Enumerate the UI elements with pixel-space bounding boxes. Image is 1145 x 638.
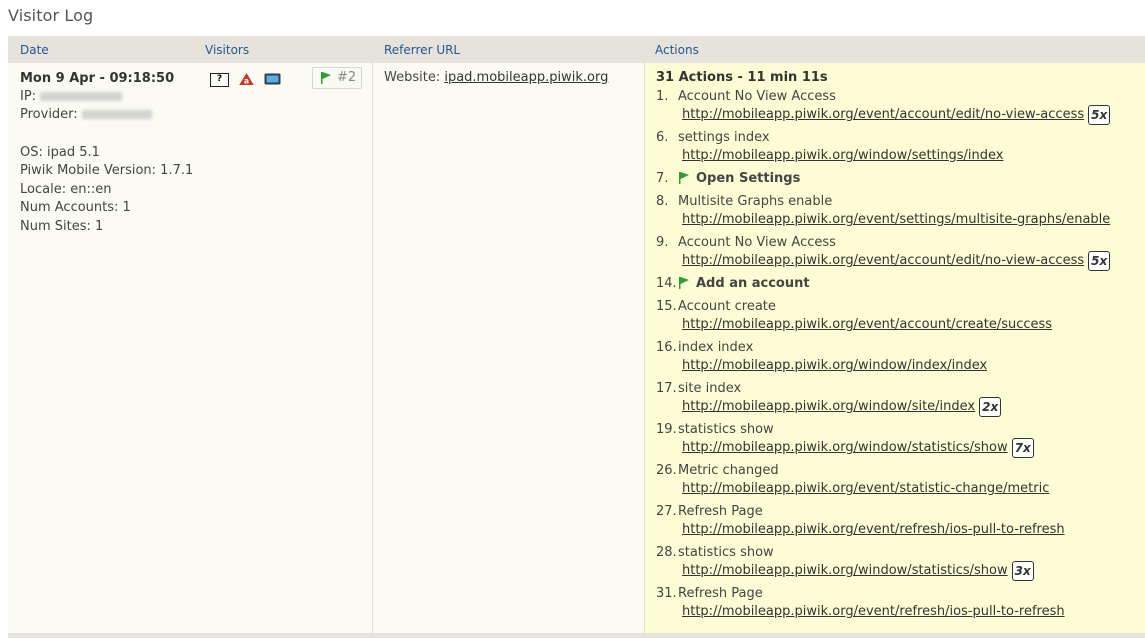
action-number: 19. <box>656 422 677 437</box>
goal-flag-icon <box>321 72 331 84</box>
table-footer-bar <box>8 633 1145 638</box>
action-url-link[interactable]: http://mobileapp.piwik.org/window/site/i… <box>682 399 975 414</box>
action-item: 27.Refresh Page <box>656 504 763 519</box>
action-item: 16.index index <box>656 340 753 355</box>
svg-text:a: a <box>244 77 249 85</box>
goal-flag-icon <box>679 172 689 184</box>
goal-action-item: 14. Add an account <box>656 276 810 291</box>
action-number: 9. <box>656 235 669 250</box>
action-number: 28. <box>656 545 677 560</box>
referrer-cell: Website: ipad.mobileapp.piwik.org <box>373 63 645 633</box>
column-header-visitors[interactable]: Visitors <box>205 43 249 57</box>
action-number: 15. <box>656 299 677 314</box>
action-title: index index <box>678 340 754 355</box>
ip-value-blurred <box>40 92 123 101</box>
action-repeat-count-badge: 2x <box>979 397 1002 417</box>
action-url-link[interactable]: http://mobileapp.piwik.org/window/index/… <box>682 358 987 373</box>
action-title: Open Settings <box>696 171 801 186</box>
action-title: Refresh Page <box>678 504 763 519</box>
visit-app-version: Piwik Mobile Version: 1.7.1 <box>20 163 194 178</box>
goal-count: #2 <box>337 70 357 85</box>
action-url-link[interactable]: http://mobileapp.piwik.org/window/statis… <box>682 563 1008 578</box>
visit-date-cell: Mon 9 Apr - 09:18:50 IP: Provider: OS: i… <box>8 63 373 633</box>
visit-num-accounts: Num Accounts: 1 <box>20 200 131 215</box>
action-number: 7. <box>656 171 669 186</box>
column-header-referrer[interactable]: Referrer URL <box>384 43 460 57</box>
action-url-link[interactable]: http://mobileapp.piwik.org/event/refresh… <box>682 522 1065 537</box>
visit-ip: IP: <box>20 89 123 104</box>
action-number: 16. <box>656 340 677 355</box>
action-item: 15.Account create <box>656 299 776 314</box>
screen-icon[interactable] <box>264 73 281 85</box>
action-url-link[interactable]: http://mobileapp.piwik.org/event/statist… <box>682 481 1049 496</box>
goal-action-item: 7. Open Settings <box>656 171 800 186</box>
referrer-link[interactable]: ipad.mobileapp.piwik.org <box>444 70 608 85</box>
action-item: 28.statistics show <box>656 545 774 560</box>
action-number: 27. <box>656 504 677 519</box>
page-title: Visitor Log <box>8 6 94 25</box>
action-url-link[interactable]: http://mobileapp.piwik.org/window/statis… <box>682 440 1008 455</box>
action-url-link[interactable]: http://mobileapp.piwik.org/event/account… <box>682 317 1052 332</box>
action-number: 14. <box>656 276 677 291</box>
action-item: 31.Refresh Page <box>656 586 763 601</box>
action-title: site index <box>678 381 742 396</box>
action-number: 26. <box>656 463 677 478</box>
visit-date: Mon 9 Apr - 09:18:50 <box>20 71 175 86</box>
column-header-actions[interactable]: Actions <box>655 43 699 57</box>
action-title: Metric changed <box>678 463 779 478</box>
ip-label: IP: <box>20 89 37 104</box>
provider-label: Provider: <box>20 107 78 122</box>
action-item: 6. settings index <box>656 130 770 145</box>
visit-provider: Provider: <box>20 107 152 122</box>
visit-os: OS: ipad 5.1 <box>20 145 100 160</box>
visit-locale: Locale: en::en <box>20 182 112 197</box>
unknown-browser-icon[interactable]: ? <box>210 73 229 87</box>
action-url-link[interactable]: http://mobileapp.piwik.org/event/account… <box>682 253 1084 268</box>
action-number: 8. <box>656 194 669 209</box>
action-title: Refresh Page <box>678 586 763 601</box>
column-header-date[interactable]: Date <box>20 43 49 57</box>
action-number: 31. <box>656 586 677 601</box>
goal-conversions-badge[interactable]: #2 <box>312 67 362 89</box>
action-repeat-count-badge: 5x <box>1088 251 1111 271</box>
action-repeat-count-badge: 3x <box>1011 561 1034 581</box>
action-number: 17. <box>656 381 677 396</box>
provider-value-blurred <box>81 110 152 119</box>
action-title: settings index <box>678 130 770 145</box>
action-title: Multisite Graphs enable <box>678 194 833 209</box>
action-title: statistics show <box>678 422 774 437</box>
action-repeat-count-badge: 5x <box>1088 105 1111 125</box>
action-number: 6. <box>656 130 669 145</box>
visitor-log-table: Date Visitors Referrer URL Actions Mon 9… <box>8 36 1145 638</box>
action-title: statistics show <box>678 545 774 560</box>
actions-cell: 31 Actions - 11 min 11s 1. Account No Vie… <box>645 63 1145 633</box>
visit-num-sites: Num Sites: 1 <box>20 219 104 234</box>
action-item: 9. Account No View Access <box>656 235 836 250</box>
action-url-link[interactable]: http://mobileapp.piwik.org/event/account… <box>682 107 1084 122</box>
action-title: Add an account <box>696 276 810 291</box>
actions-summary: 31 Actions - 11 min 11s <box>656 70 828 85</box>
action-title: Account create <box>678 299 776 314</box>
action-url-link[interactable]: http://mobileapp.piwik.org/window/settin… <box>682 148 1003 163</box>
action-item: 19.statistics show <box>656 422 774 437</box>
action-item: 17.site index <box>656 381 741 396</box>
action-item: 26.Metric changed <box>656 463 779 478</box>
action-item: 8. Multisite Graphs enable <box>656 194 832 209</box>
os-icon[interactable]: a <box>238 73 255 85</box>
action-url-link[interactable]: http://mobileapp.piwik.org/event/refresh… <box>682 604 1065 619</box>
referrer-line: Website: ipad.mobileapp.piwik.org <box>384 70 608 85</box>
table-header: Date Visitors Referrer URL Actions <box>8 36 1145 63</box>
action-url-link[interactable]: http://mobileapp.piwik.org/event/setting… <box>682 212 1110 227</box>
action-title: Account No View Access <box>678 235 836 250</box>
action-title: Account No View Access <box>678 89 836 104</box>
action-item: 1. Account No View Access <box>656 89 836 104</box>
action-repeat-count-badge: 7x <box>1011 438 1034 458</box>
goal-flag-icon <box>679 277 689 289</box>
referrer-label: Website: <box>384 70 441 85</box>
action-number: 1. <box>656 89 669 104</box>
